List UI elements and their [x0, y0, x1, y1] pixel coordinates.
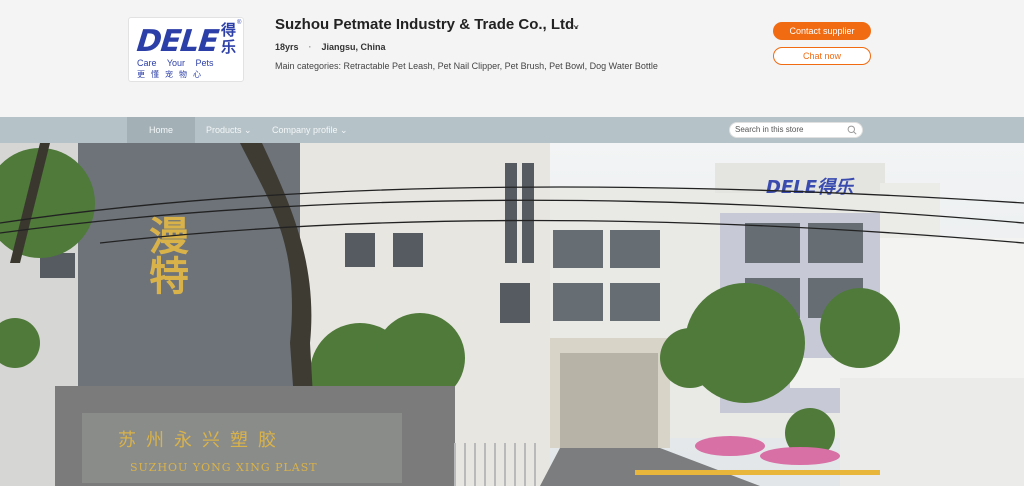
nav-profile-label: Company profile	[272, 125, 338, 135]
store-search-input[interactable]: Search in this store	[729, 122, 863, 138]
store-header: DELE 得乐 ® Care Your Pets 更懂宠物心 Suzhou Pe…	[0, 0, 1024, 117]
gate-sign-cn: 苏州永兴塑胶	[118, 430, 286, 451]
logo-cn: 得乐	[221, 22, 237, 56]
nav-products[interactable]: Products ⌄	[206, 117, 252, 143]
logo-tagline-cn: 更懂宠物心	[137, 70, 207, 79]
main-categories: Main categories: Retractable Pet Leash, …	[275, 61, 658, 71]
logo-registered: ®	[237, 20, 242, 26]
logo-tagline: Care Your Pets	[137, 58, 214, 68]
chevron-down-icon[interactable]: ⌄	[571, 17, 581, 31]
chat-now-button[interactable]: Chat now	[773, 47, 871, 65]
company-logo[interactable]: DELE 得乐 ® Care Your Pets 更懂宠物心	[128, 17, 244, 82]
search-icon[interactable]	[847, 125, 857, 135]
store-nav: Home Products ⌄ Company profile ⌄	[0, 117, 1024, 143]
nav-company-profile[interactable]: Company profile ⌄	[272, 117, 348, 143]
factory-photo: DELE得乐 漫特 38	[0, 143, 1024, 486]
gate-sign-en: SUZHOU YONG XING PLAST	[130, 461, 318, 474]
hero-banner-image: DELE得乐 漫特 38	[0, 143, 1024, 486]
search-placeholder: Search in this store	[735, 125, 804, 134]
company-meta: 18yrs · Jiangsu, China	[275, 42, 386, 52]
building-logo-sign: DELE得乐	[766, 177, 855, 198]
separator-dot: ·	[308, 42, 312, 52]
nav-home[interactable]: Home	[127, 117, 195, 143]
company-location: Jiangsu, China	[321, 42, 386, 52]
building-sign-cn: 漫特	[142, 215, 189, 295]
company-name[interactable]: Suzhou Petmate Industry & Trade Co., Ltd…	[275, 16, 578, 33]
company-years: 18yrs	[275, 42, 299, 52]
chevron-down-icon: ⌄	[244, 125, 252, 135]
chevron-down-icon: ⌄	[340, 125, 348, 135]
contact-supplier-button[interactable]: Contact supplier	[773, 22, 871, 40]
nav-products-label: Products	[206, 125, 242, 135]
logo-brand: DELE	[135, 24, 220, 59]
